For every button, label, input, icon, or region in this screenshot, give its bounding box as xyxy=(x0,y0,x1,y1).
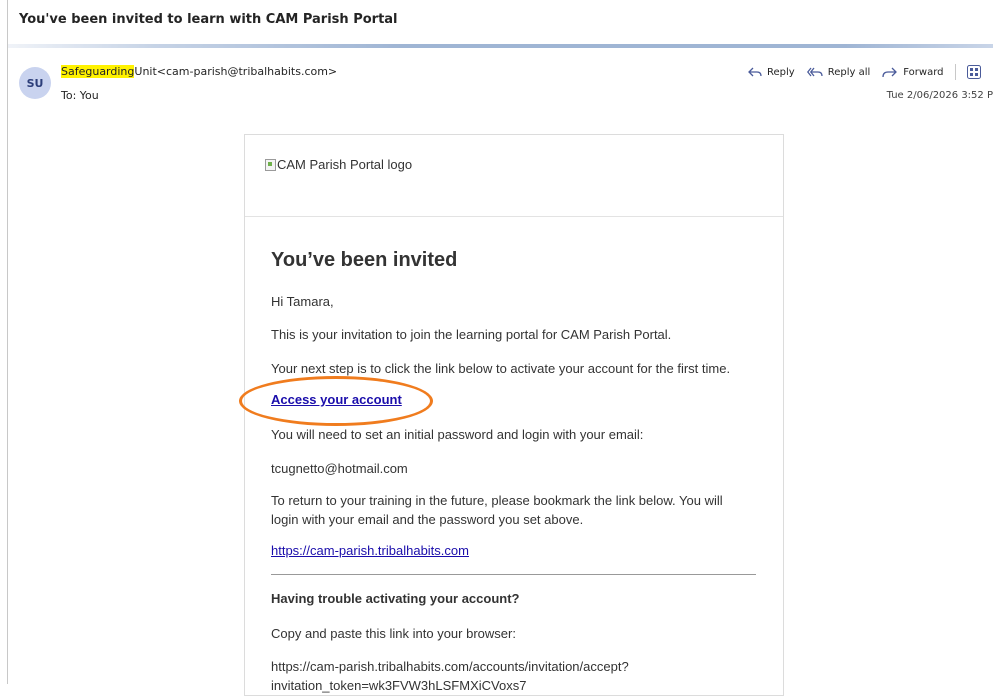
reply-all-label: Reply all xyxy=(827,66,871,78)
bookmark-note: To return to your training in the future… xyxy=(271,493,723,527)
message-actions: Reply Reply all Forward xyxy=(748,64,993,80)
invite-url-line-2[interactable]: invitation_token=wk3FVW3hLSFMXiCVoxs7 xyxy=(271,676,751,695)
sender-name-highlighted: Safeguarding xyxy=(61,65,135,78)
reply-icon xyxy=(748,67,762,77)
portal-logo-image: CAM Parish Portal logo xyxy=(265,157,412,172)
email-body-card: CAM Parish Portal logo You’ve been invit… xyxy=(244,134,784,696)
sender-address: Unit<cam-parish@tribalhabits.com> xyxy=(134,65,338,78)
password-note: You will need to set an initial password… xyxy=(271,427,644,442)
access-account-link[interactable]: Access your account xyxy=(271,392,402,407)
copy-note: Copy and paste this link into your brows… xyxy=(271,626,516,641)
invite-url-line-1[interactable]: https://cam-parish.tribalhabits.com/acco… xyxy=(271,657,751,676)
sender-avatar[interactable]: SU xyxy=(19,67,51,99)
sender-line[interactable]: SafeguardingUnit<cam-parish@tribalhabits… xyxy=(61,65,337,78)
forward-label: Forward xyxy=(903,66,944,78)
invite-heading: You’ve been invited xyxy=(271,249,458,271)
intro-text: This is your invitation to join the lear… xyxy=(271,327,672,342)
email-subject: You've been invited to learn with CAM Pa… xyxy=(19,12,398,27)
portal-link[interactable]: https://cam-parish.tribalhabits.com xyxy=(271,543,469,558)
reply-all-button[interactable]: Reply all xyxy=(806,66,871,78)
greeting: Hi Tamara, xyxy=(271,294,334,309)
sent-date: Tue 2/06/2026 3:52 P xyxy=(886,90,993,101)
broken-image-icon xyxy=(265,158,276,171)
reply-all-icon xyxy=(806,67,823,77)
window-left-border xyxy=(7,0,8,684)
next-step-text: Your next step is to click the link belo… xyxy=(271,361,731,376)
reply-button[interactable]: Reply xyxy=(748,66,795,78)
reply-label: Reply xyxy=(767,66,795,78)
logo-alt-text: CAM Parish Portal logo xyxy=(277,157,413,172)
action-separator xyxy=(955,64,957,80)
forward-icon xyxy=(882,67,898,78)
subject-divider xyxy=(8,44,993,48)
subject-bar: You've been invited to learn with CAM Pa… xyxy=(8,0,993,44)
content-divider xyxy=(271,574,756,575)
apps-grid-icon xyxy=(967,65,982,79)
forward-button[interactable]: Forward xyxy=(882,66,943,78)
recipient-line: To: You xyxy=(61,89,99,102)
logo-header: CAM Parish Portal logo xyxy=(245,135,783,217)
apps-button[interactable] xyxy=(966,64,982,80)
recipient-email: tcugnetto@hotmail.com xyxy=(271,461,408,476)
trouble-heading: Having trouble activating your account? xyxy=(271,591,520,606)
